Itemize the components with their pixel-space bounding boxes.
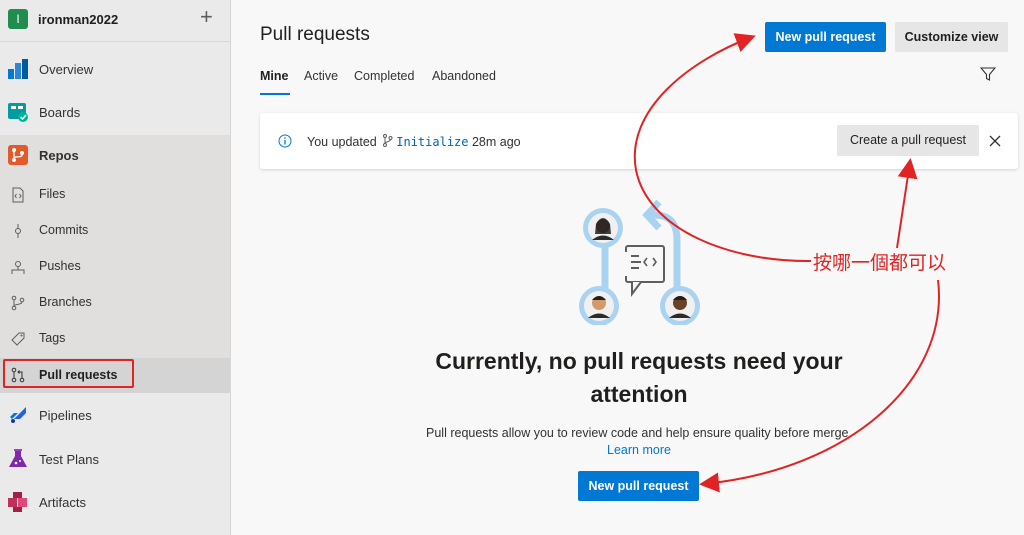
pushes-icon [11, 261, 25, 274]
customize-view-button[interactable]: Customize view [895, 22, 1008, 52]
filter-icon[interactable] [980, 66, 996, 82]
update-banner: You updated Initialize 28m ago Create a … [260, 113, 1018, 169]
boards-icon [8, 103, 28, 122]
nav-repos[interactable]: Repos [0, 135, 230, 175]
empty-state-desc-text: Pull requests allow you to review code a… [426, 426, 852, 440]
add-icon[interactable]: + [200, 6, 213, 28]
tab-active[interactable]: Active [304, 69, 338, 83]
branch-icon [383, 134, 393, 147]
nav-artifacts[interactable]: Artifacts [0, 482, 230, 522]
branches-icon [11, 295, 25, 311]
nav-test-plans-label: Test Plans [39, 452, 99, 467]
nav-tags-label: Tags [39, 331, 66, 345]
banner-suffix: 28m ago [471, 135, 521, 149]
empty-state-illustration [579, 199, 700, 325]
sidebar: I ironman2022 + Overview Boards Repos Fi… [0, 0, 231, 535]
close-icon[interactable] [988, 134, 1002, 148]
tab-abandoned[interactable]: Abandoned [432, 69, 496, 83]
files-icon [12, 187, 24, 203]
highlight-box [3, 359, 134, 388]
annotation-text: 按哪一個都可以 [811, 248, 949, 275]
nav-pipelines-label: Pipelines [39, 408, 92, 423]
info-icon [278, 134, 292, 148]
nav-overview[interactable]: Overview [0, 49, 230, 89]
nav-repos-label: Repos [39, 148, 79, 163]
learn-more-link[interactable]: Learn more [607, 443, 671, 457]
nav-artifacts-label: Artifacts [39, 495, 86, 510]
new-pull-request-button[interactable]: New pull request [765, 22, 886, 52]
nav-boards-label: Boards [39, 105, 81, 120]
nav-tags[interactable]: Tags [0, 322, 230, 356]
create-pull-request-button[interactable]: Create a pull request [837, 125, 979, 156]
nav-pushes-label: Pushes [39, 259, 81, 273]
nav-pipelines[interactable]: Pipelines [0, 395, 230, 435]
banner-message: You updated Initialize 28m ago [307, 134, 521, 149]
empty-state-new-pull-request-button[interactable]: New pull request [578, 471, 699, 501]
test-plans-icon [9, 449, 27, 467]
project-header[interactable]: I ironman2022 + [0, 0, 230, 42]
nav-pushes[interactable]: Pushes [0, 250, 230, 284]
page-title: Pull requests [260, 24, 370, 45]
nav-files-label: Files [39, 187, 66, 201]
repos-icon [8, 145, 28, 165]
nav-branches[interactable]: Branches [0, 286, 230, 320]
empty-state-title: Currently, no pull requests need your at… [435, 348, 843, 407]
branch-link[interactable]: Initialize [396, 135, 468, 149]
nav-overview-label: Overview [39, 62, 94, 77]
artifacts-icon [8, 492, 27, 512]
project-avatar: I [8, 9, 28, 29]
nav-branches-label: Branches [39, 295, 92, 309]
nav-boards[interactable]: Boards [0, 92, 230, 132]
tab-underline [260, 93, 290, 95]
nav-commits[interactable]: Commits [0, 214, 230, 248]
banner-prefix: You updated [307, 135, 377, 149]
overview-icon [8, 59, 28, 79]
tags-icon [11, 332, 25, 346]
tab-completed[interactable]: Completed [354, 69, 414, 83]
commits-icon [15, 224, 21, 238]
tab-mine[interactable]: Mine [260, 69, 288, 83]
project-name[interactable]: ironman2022 [38, 12, 118, 27]
nav-commits-label: Commits [39, 223, 89, 237]
pipelines-icon [10, 407, 26, 423]
nav-test-plans[interactable]: Test Plans [0, 439, 230, 479]
nav-files[interactable]: Files [0, 178, 230, 212]
empty-state-description: Pull requests allow you to review code a… [424, 425, 854, 459]
